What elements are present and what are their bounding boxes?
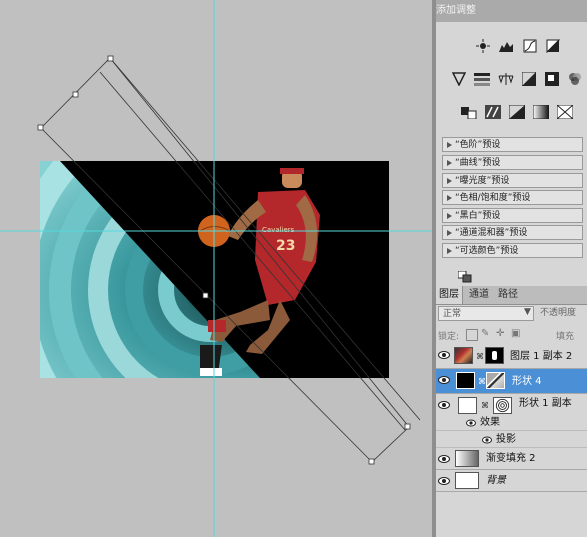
vector-mask-thumbnail[interactable] [493,397,512,414]
exposure-icon[interactable] [544,38,562,54]
preset-selective-color-label: “可选颜色”预设 [455,246,519,256]
selective-color-icon[interactable] [556,104,574,120]
chain-link-icon[interactable]: ⌘ [478,377,486,386]
drop-shadow-effect-row[interactable]: 投影 [436,431,587,448]
layer-row-gradient-fill[interactable]: 渐变填充 2 [436,448,587,470]
document-image: 23 Cavaliers [40,161,389,378]
preset-exposure[interactable]: “曝光度”预设 [442,173,583,188]
chain-link-icon[interactable]: ⌘ [476,352,484,361]
eye-icon[interactable] [482,436,492,444]
artwork-svg: 23 Cavaliers [0,0,432,537]
preset-channel-mixer-label: “通道混和器”预设 [455,228,528,238]
document-canvas[interactable]: 23 Cavaliers [0,0,432,537]
layer-name: 形状 1 副本 [519,398,572,409]
hue-saturation-icon[interactable] [473,71,491,87]
eye-icon[interactable] [438,454,450,464]
layer-mask-thumbnail[interactable] [485,347,504,364]
layer-row-shape4[interactable]: ⌘ 形状 4 [436,369,587,394]
eye-icon[interactable] [466,419,476,427]
posterize-icon[interactable] [484,104,502,120]
eye-icon[interactable] [438,400,450,410]
effects-label: 效果 [480,417,500,428]
blend-mode-select[interactable]: 正常 [438,306,534,321]
lock-position-icon[interactable]: ✛ [496,328,504,339]
lock-pixels-icon[interactable]: ✎ [481,328,489,339]
gradient-map-icon[interactable] [532,104,550,120]
jersey-number: 23 [276,238,295,254]
layers-panel-tabs: 图层 通道 路径 [436,286,587,305]
photo-filter-icon[interactable] [543,71,561,87]
invert-icon[interactable] [460,104,478,120]
color-balance-icon[interactable] [497,71,515,87]
curves-icon[interactable] [521,38,539,54]
layer-thumbnail [458,397,477,414]
lock-label: 锁定: [438,332,460,342]
levels-icon[interactable] [497,38,515,54]
black-white-icon[interactable] [520,71,538,87]
preset-black-white-label: “黑白”预设 [455,211,501,221]
layer-name: 形状 4 [512,376,542,387]
preset-hue-saturation-label: “色相/饱和度”预设 [455,193,531,203]
jersey-team: Cavaliers [262,226,295,234]
layer-row-background[interactable]: 背景 [436,470,587,492]
blend-mode-arrow-icon[interactable]: ▼ [524,307,531,317]
layer-name: 背景 [486,475,506,486]
tab-channels[interactable]: 通道 [466,286,492,304]
layer-effects-row[interactable]: 效果 [436,414,587,431]
layer-name: 渐变填充 2 [486,453,536,464]
preset-channel-mixer[interactable]: “通道混和器”预设 [442,225,583,240]
preset-black-white[interactable]: “黑白”预设 [442,208,583,223]
lock-all-icon[interactable]: ▣ [511,328,520,339]
preset-curves[interactable]: “曲线”预设 [442,155,583,170]
threshold-icon[interactable] [508,104,526,120]
tab-paths[interactable]: 路径 [495,286,521,304]
layer-row-copy2[interactable]: ⌘ 图层 1 副本 2 [436,344,587,369]
panel-options-icon[interactable] [457,268,472,283]
gradient-fill-thumbnail [455,450,479,467]
preset-levels-label: “色阶”预设 [455,140,501,150]
preset-selective-color[interactable]: “可选颜色”预设 [442,243,583,258]
preset-curves-label: “曲线”预设 [455,158,501,168]
preset-hue-saturation[interactable]: “色相/饱和度”预设 [442,190,583,205]
right-panel: 添加调整 “色阶”预设 “曲线”预设 “曝光度”预设 “色相/饱和度”预设 “黑… [436,0,587,537]
adjustments-title: 添加调整 [436,0,587,22]
eye-icon[interactable] [438,375,450,385]
layer-name: 图层 1 副本 2 [510,351,573,362]
tab-layers[interactable]: 图层 [436,286,463,304]
layer-thumbnail [456,372,475,389]
fill-label: 填充 [556,332,575,342]
layer-row-shape1-copy[interactable]: ⌘ 形状 1 副本 [436,394,587,414]
preset-exposure-label: “曝光度”预设 [455,176,510,186]
brightness-icon[interactable] [474,38,492,54]
lock-transparency-icon[interactable] [466,329,478,341]
eye-icon[interactable] [438,476,450,486]
channel-mixer-icon[interactable] [566,71,584,87]
preset-levels[interactable]: “色阶”预设 [442,137,583,152]
eye-icon[interactable] [438,350,450,360]
drop-shadow-label: 投影 [496,434,516,445]
vector-mask-thumbnail[interactable] [486,372,505,389]
vibrance-icon[interactable] [450,71,468,87]
layer-thumbnail [454,347,473,364]
background-thumbnail [455,472,479,489]
chain-link-icon[interactable]: ⌘ [481,401,489,410]
opacity-label: 不透明度 [540,308,577,318]
